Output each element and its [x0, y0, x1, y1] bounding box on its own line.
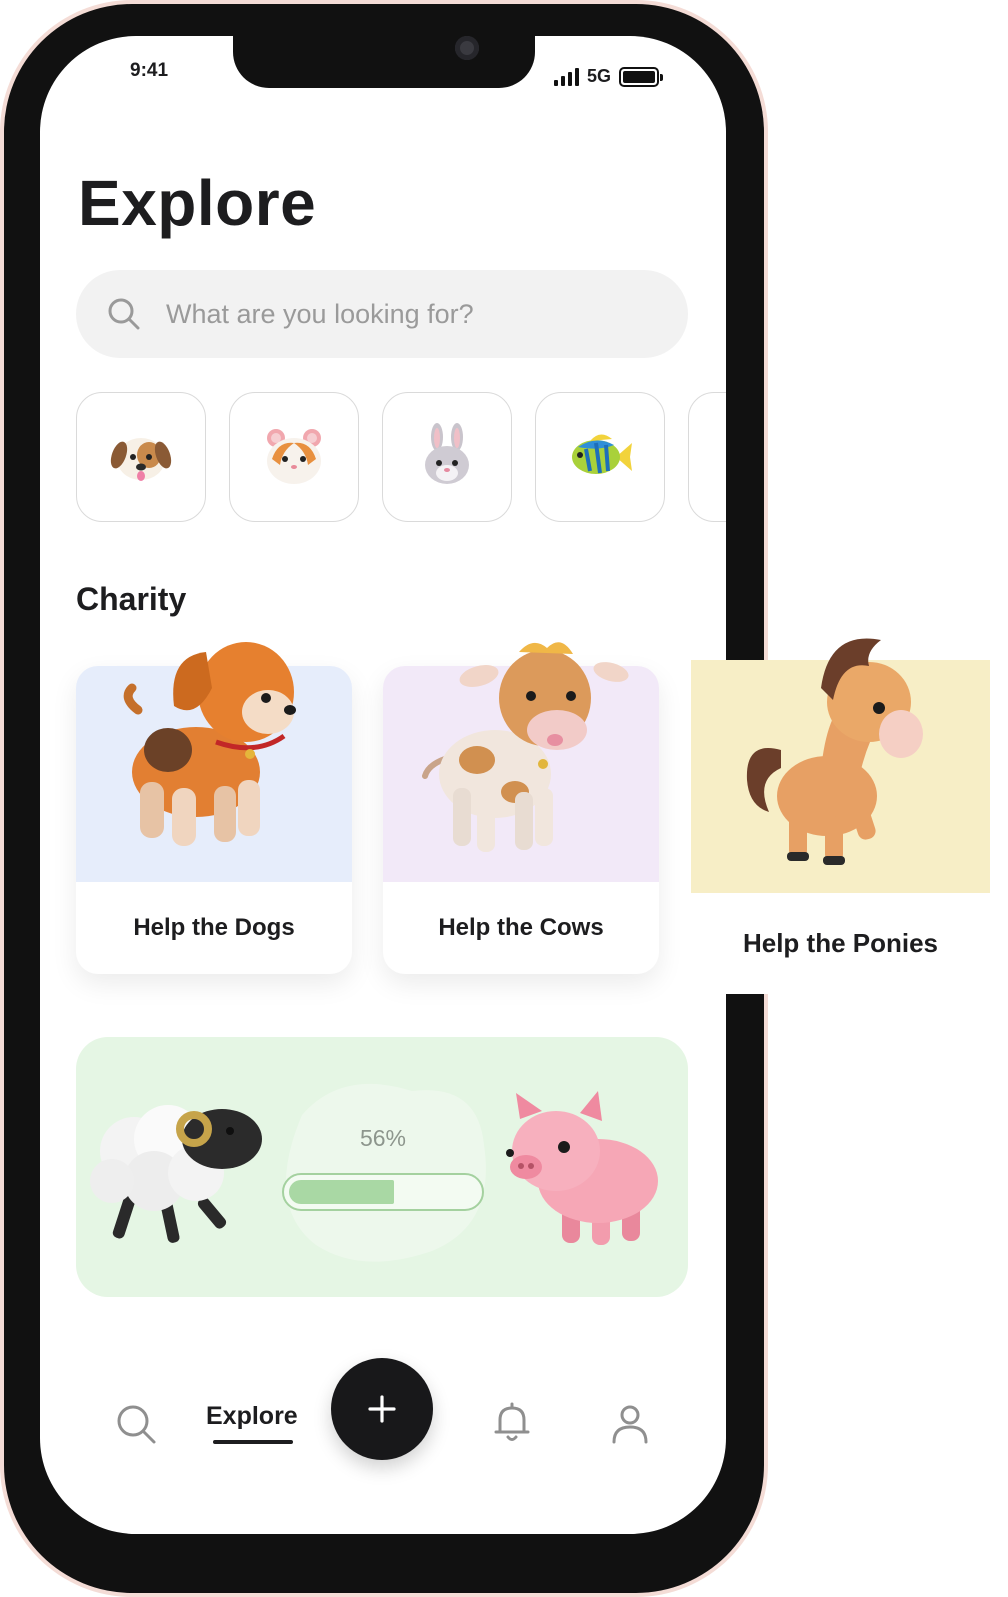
nav-tab-explore[interactable]: Explore — [206, 1402, 298, 1431]
card-label-cows: Help the Cows — [438, 914, 604, 941]
plus-icon — [368, 1395, 396, 1423]
charity-card-dogs[interactable]: Help the Dogs — [76, 642, 352, 974]
sheep-illustration — [90, 1105, 262, 1243]
category-rabbit[interactable] — [382, 392, 512, 522]
progress-fill — [289, 1180, 395, 1204]
search-input[interactable] — [166, 298, 646, 330]
banner-blob — [285, 1083, 486, 1262]
pig-illustration — [506, 1091, 658, 1245]
nav-bell-icon[interactable] — [490, 1400, 534, 1444]
category-hamster[interactable] — [229, 392, 359, 522]
card-label-dogs: Help the Dogs — [133, 914, 295, 941]
charity-card-ponies[interactable]: Help the Ponies — [691, 638, 990, 994]
signal-icon — [554, 67, 579, 86]
hamster-face-icon — [267, 429, 321, 484]
search-bar[interactable] — [76, 270, 688, 358]
camera — [455, 36, 479, 60]
cow-illustration — [422, 642, 629, 852]
screen: 9:41 5G Explore What are you looking for… — [40, 36, 726, 1534]
tropical-fish-icon — [572, 434, 632, 474]
category-list — [76, 392, 726, 524]
progress-percent: 56% — [359, 1125, 407, 1151]
dog-face-icon — [110, 438, 172, 481]
battery-icon — [619, 66, 664, 87]
network-label: 5G — [587, 66, 612, 86]
status-time: 9:41 — [130, 60, 169, 81]
page-title: Explore — [78, 167, 317, 239]
donation-progress-banner[interactable]: 56% — [76, 1037, 688, 1297]
category-dog[interactable] — [76, 392, 206, 522]
rabbit-face-icon — [425, 423, 469, 484]
notch — [233, 36, 535, 88]
card-label-ponies: Help the Ponies — [742, 928, 939, 958]
charity-card-cows[interactable]: Help the Cows — [383, 642, 659, 974]
search-icon — [108, 298, 140, 330]
nav-profile-icon[interactable] — [608, 1402, 652, 1446]
progress-bar — [282, 1173, 484, 1211]
nav-search-icon[interactable] — [114, 1402, 158, 1446]
add-button[interactable] — [331, 1358, 433, 1460]
section-title-charity: Charity — [76, 581, 187, 617]
pony-illustration — [746, 638, 923, 865]
status-indicators: 5G — [554, 66, 664, 87]
active-tab-indicator — [213, 1440, 293, 1444]
category-fish[interactable] — [535, 392, 665, 522]
dog-illustration — [123, 642, 296, 846]
category-more[interactable] — [688, 392, 726, 522]
